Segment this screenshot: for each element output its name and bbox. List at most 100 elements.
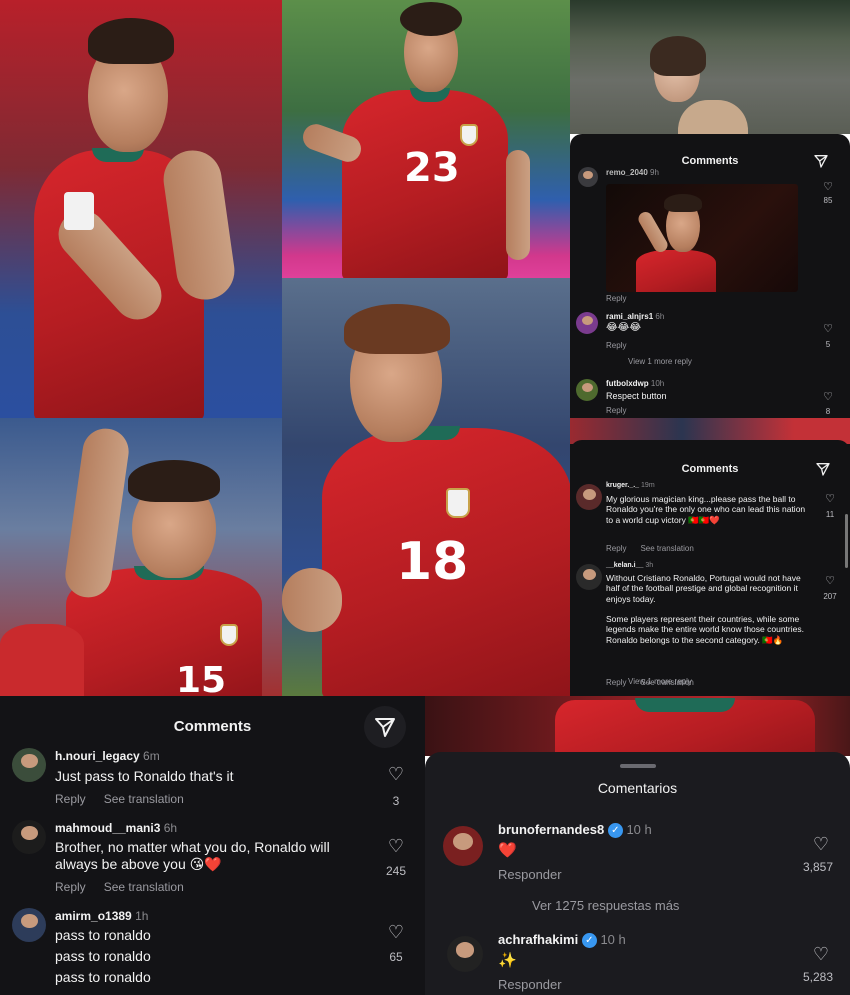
panel-bottom-right-backdrop (425, 696, 850, 756)
comment-item: h.nouri_legacy 6m Just pass to Ronaldo t… (0, 746, 425, 812)
comments-panel-bottom-right: Comentarios brunofernandes8 ✓ 10 h ❤️ Re… (425, 752, 850, 995)
comment-item: mahmoud__mani3 6h Brother, no matter wha… (0, 818, 425, 900)
send-icon[interactable] (364, 706, 406, 748)
heart-icon[interactable]: ♡ (809, 834, 833, 855)
comment-actions: Reply See translation (55, 792, 198, 806)
comment-text: My glorious magician king...please pass … (606, 494, 806, 525)
reply-link[interactable]: Reply (606, 294, 626, 303)
send-icon[interactable] (812, 458, 834, 480)
heart-icon[interactable]: ♡ (818, 180, 838, 193)
comment-username[interactable]: __kelan.i__ 3h (606, 562, 653, 569)
avatar[interactable] (12, 748, 46, 782)
reply-link[interactable]: Reply (606, 544, 626, 553)
comment-username[interactable]: amirm_o1389 1h (55, 909, 148, 923)
comment-text: ❤️ (498, 842, 517, 859)
comment-username[interactable]: rami_alnjrs1 6h (606, 312, 664, 321)
comment-text: 😂😂😂 (606, 322, 642, 333)
see-translation-link[interactable]: See translation (104, 792, 184, 806)
comment-item: futbolxdwp 10h Respect button Reply ♡ 8 (570, 377, 850, 417)
comment-username[interactable]: brunofernandes8 ✓ 10 h (498, 822, 652, 838)
comment-item: amirm_o1389 1h pass to ronaldo pass to r… (0, 906, 425, 995)
comment-item: rami_alnjrs1 6h 😂😂😂 Reply ♡ 5 View 1 mor… (570, 310, 850, 370)
player-jersey: 18 (322, 428, 570, 696)
avatar[interactable] (578, 167, 598, 187)
sheet-handle[interactable] (619, 764, 656, 768)
view-more-replies[interactable]: View 1 more reply (628, 677, 692, 686)
reply-link[interactable]: Reply (55, 792, 86, 806)
like-count: 5 (825, 340, 831, 349)
like-count: 3 (392, 794, 400, 808)
comment-text: Just pass to Ronaldo that's it (55, 768, 234, 784)
like-count: 3,857 (802, 860, 834, 874)
jersey-number: 23 (404, 145, 460, 191)
panel-title: Comments (681, 463, 739, 475)
comment-text: Respect button (606, 391, 667, 401)
view-more-replies[interactable]: Ver 1275 respuestas más (532, 898, 679, 913)
avatar[interactable] (12, 908, 46, 942)
like-count: 5,283 (802, 970, 834, 984)
verified-icon: ✓ (581, 933, 597, 948)
avatar[interactable] (576, 564, 602, 590)
comment-username[interactable]: achrafhakimi ✓ 10 h (498, 932, 626, 948)
like-count: 8 (825, 407, 831, 416)
jersey-number: 15 (176, 660, 227, 696)
heart-icon[interactable]: ♡ (809, 944, 833, 965)
comment-text-line: pass to ronaldo (55, 948, 151, 964)
heart-icon[interactable]: ♡ (818, 390, 838, 403)
heart-icon[interactable]: ♡ (818, 322, 838, 335)
comment-item: __kelan.i__ 3h Without Cristiano Ronaldo… (570, 562, 850, 696)
reply-link[interactable]: Reply (606, 341, 626, 350)
comments-panel-top: Comments remo_2040 9h Reply ♡ 85 rami_al… (570, 134, 850, 418)
reply-link[interactable]: Reply (606, 406, 626, 415)
panel-title: Comments (173, 718, 252, 735)
avatar[interactable] (443, 826, 483, 866)
avatar[interactable] (576, 312, 598, 334)
view-more-replies[interactable]: View 1 more reply (628, 357, 692, 366)
scrollbar[interactable] (845, 514, 848, 568)
like-count: 85 (823, 196, 833, 205)
comment-text-line: pass to ronaldo (55, 969, 151, 985)
comment-username[interactable]: h.nouri_legacy 6m (55, 749, 160, 763)
like-count: 65 (389, 950, 403, 964)
heart-icon[interactable]: ♡ (820, 492, 840, 505)
reply-link[interactable]: Responder (498, 977, 562, 992)
heart-icon[interactable]: ♡ (384, 922, 408, 943)
like-count: 245 (385, 864, 407, 878)
heart-icon[interactable]: ♡ (384, 836, 408, 857)
heart-icon[interactable]: ♡ (820, 574, 840, 587)
reply-link[interactable]: Reply (55, 880, 86, 894)
see-translation-link[interactable]: See translation (640, 544, 693, 553)
comment-username[interactable]: futbolxdwp 10h (606, 379, 664, 388)
avatar[interactable] (576, 379, 598, 401)
comment-item: brunofernandes8 ✓ 10 h ❤️ Responder ♡ 3,… (425, 822, 850, 892)
comment-text-line: pass to ronaldo (55, 927, 151, 943)
competition-badge (64, 192, 94, 230)
comment-username[interactable]: mahmoud__mani3 6h (55, 821, 177, 835)
comment-photo[interactable] (606, 184, 798, 292)
like-count: 207 (823, 592, 837, 601)
comment-item: kruger._._ 19m My glorious magician king… (570, 482, 850, 562)
photo-player-18: 18 (282, 278, 570, 696)
comment-username[interactable]: kruger._._ 19m (606, 482, 655, 489)
comments-panel-bottom-left: Comments h.nouri_legacy 6m Just pass to … (0, 696, 425, 995)
jersey-number: 18 (396, 532, 469, 592)
photo-player-23: 23 (282, 0, 570, 278)
reply-link[interactable]: Responder (498, 867, 562, 882)
comment-item: remo_2040 9h Reply ♡ 85 (570, 164, 850, 304)
reply-link[interactable]: Reply (606, 678, 626, 687)
avatar[interactable] (447, 936, 483, 972)
verified-icon: ✓ (607, 823, 623, 838)
avatar[interactable] (12, 820, 46, 854)
comment-text: ✨ (498, 952, 517, 969)
photo-girl (570, 0, 850, 134)
comments-panel-mid: Comments kruger._._ 19m My glorious magi… (570, 418, 850, 696)
comment-actions: Reply See translation (55, 880, 198, 894)
photo-player-clapping (0, 0, 282, 418)
comment-text: Without Cristiano Ronaldo, Portugal woul… (606, 573, 801, 604)
player-jersey: 23 (342, 90, 508, 278)
comment-username[interactable]: remo_2040 9h (606, 168, 659, 177)
avatar[interactable] (576, 484, 602, 510)
see-translation-link[interactable]: See translation (104, 880, 184, 894)
heart-icon[interactable]: ♡ (384, 764, 408, 785)
comment-text: Brother, no matter what you do, Ronaldo … (55, 839, 330, 873)
